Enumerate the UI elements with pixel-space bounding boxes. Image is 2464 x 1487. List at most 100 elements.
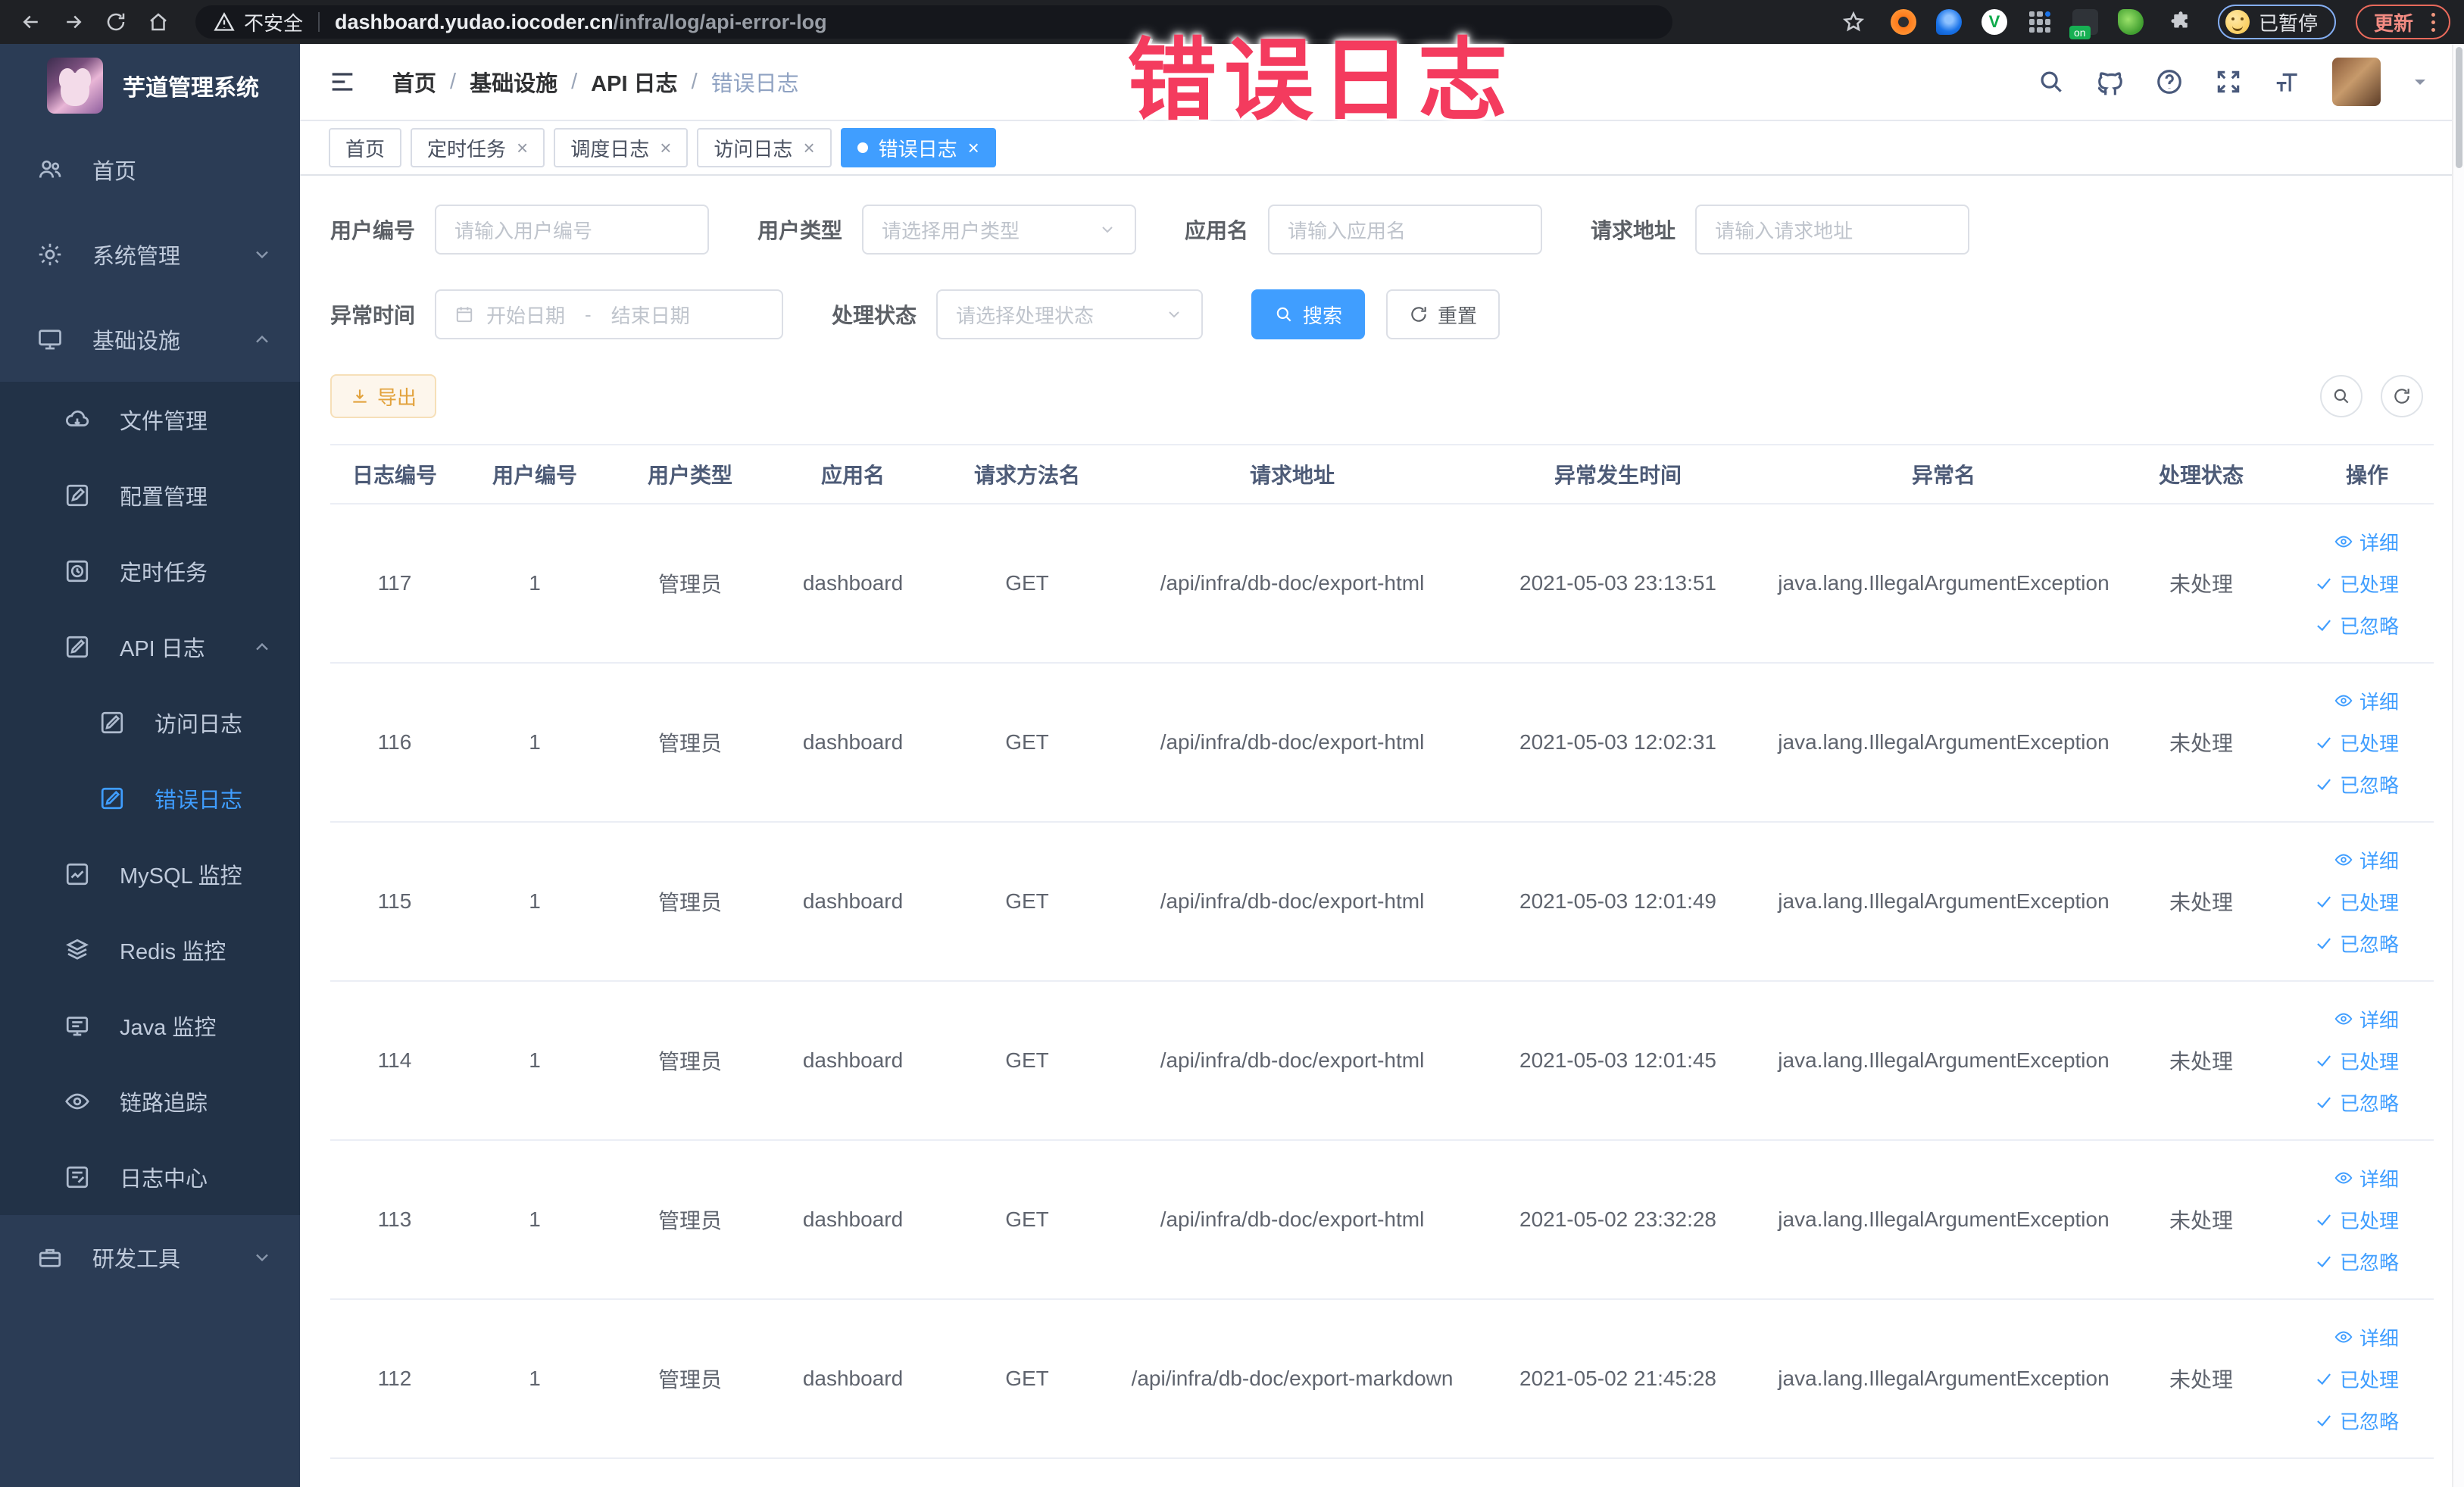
address-bar[interactable]: 不安全 dashboard.yudao.iocoder.cn/infra/log… [195,5,1672,39]
detail-link[interactable]: 详细 [2334,687,2399,715]
sidebar-item-config-manage[interactable]: 配置管理 [0,458,300,533]
browser-update-button[interactable]: 更新 [2355,5,2450,39]
reload-icon[interactable] [98,5,133,39]
sidebar-item-dev-tools[interactable]: 研发工具 [0,1215,300,1300]
sidebar-item-infra[interactable]: 基础设施 [0,297,300,382]
sidebar-item-scheduled-jobs[interactable]: 定时任务 [0,533,300,609]
mark-processed-link[interactable]: 已处理 [2314,1206,2399,1234]
detail-link-label: 详细 [2359,1326,2399,1350]
breadcrumb-item[interactable]: 基础设施 [470,66,557,98]
mark-ignored-link[interactable]: 已忽略 [2314,1089,2399,1117]
user-type-select[interactable]: 请选择用户类型 [862,205,1137,255]
sidebar-item-log-center[interactable]: 日志中心 [0,1139,300,1215]
tab-scheduled-jobs[interactable]: 定时任务 × [411,128,545,167]
detail-link[interactable]: 详细 [2334,846,2399,874]
detail-link[interactable]: 详细 [2334,1005,2399,1033]
sidebar-item-access-log[interactable]: 访问日志 [0,685,300,761]
sidebar-item-file-manage[interactable]: 文件管理 [0,382,300,458]
bookmark-star-icon[interactable] [1836,5,1871,39]
extensions-puzzle-icon[interactable] [2163,5,2198,39]
tab-access-log[interactable]: 访问日志 × [697,128,832,167]
forward-icon[interactable] [56,5,91,39]
help-icon[interactable] [2155,67,2184,96]
request-url-input[interactable]: 请输入请求地址 [1695,205,1970,255]
calendar-icon [454,305,474,324]
cell-log-id: 115 [377,889,412,913]
sidebar-item-home[interactable]: 首页 [0,127,300,212]
tab-home[interactable]: 首页 [329,128,402,167]
font-size-icon[interactable] [2273,67,2302,96]
sidebar-item-mysql-monitor[interactable]: MySQL 监控 [0,836,300,912]
app-name-input[interactable]: 请输入应用名 [1268,205,1543,255]
detail-link[interactable]: 详细 [2334,1323,2399,1351]
user-avatar[interactable] [2332,58,2381,106]
extension-icon-grid[interactable] [2027,9,2053,35]
scrollbar-thumb[interactable] [2456,47,2462,168]
tab-error-log[interactable]: 错误日志 × [840,128,996,167]
sidebar-item-system[interactable]: 系统管理 [0,212,300,297]
extension-icon-blue-drop[interactable] [1935,9,1962,35]
mark-processed-link[interactable]: 已处理 [2314,570,2399,598]
process-status-select[interactable]: 请选择处理状态 [936,289,1204,339]
extension-icon-green-v[interactable]: V [1981,9,2007,35]
reset-button[interactable]: 重置 [1386,289,1501,339]
home-icon[interactable] [141,5,176,39]
sidebar-item-java-monitor[interactable]: Java 监控 [0,988,300,1064]
page-scrollbar[interactable] [2452,44,2464,1487]
detail-link[interactable]: 详细 [2334,528,2399,556]
tab-close-icon[interactable]: × [660,138,671,158]
sidebar-logo[interactable]: 芋道管理系统 [0,44,300,127]
browser-menu-icon[interactable] [2425,12,2441,32]
sidebar-item-api-log[interactable]: API 日志 [0,609,300,685]
detail-link[interactable]: 详细 [2334,1164,2399,1192]
extension-icon-orange[interactable] [1890,9,1916,35]
mark-ignored-link[interactable]: 已忽略 [2314,611,2399,639]
cell-actions: 详细 已处理 已忽略 [2284,846,2434,957]
breadcrumb-item[interactable]: API 日志 [591,66,677,98]
omnibox-divider [318,12,320,32]
update-label: 更新 [2373,11,2413,35]
breadcrumb-separator: / [571,69,578,94]
cell-exception-time: 2021-05-03 23:13:51 [1519,571,1716,595]
mark-processed-link[interactable]: 已处理 [2314,888,2399,916]
extension-icon-on-badge[interactable] [2069,9,2098,39]
toggle-search-button[interactable] [2320,375,2363,417]
table-row: 115 1 管理员 dashboard GET /api/infra/db-do… [330,823,2434,982]
avatar-caret-icon[interactable] [2411,73,2429,91]
mark-processed-link[interactable]: 已处理 [2314,1365,2399,1393]
profile-paused-pill[interactable]: 已暂停 [2217,5,2336,39]
tab-label: 调度日志 [570,137,650,161]
search-button[interactable]: 搜索 [1251,289,1366,339]
tab-close-icon[interactable]: × [517,138,528,158]
cell-exception-name: java.lang.IllegalArgumentException [1778,889,2110,913]
screen: 不安全 dashboard.yudao.iocoder.cn/infra/log… [0,0,2464,1487]
fullscreen-icon[interactable] [2214,67,2243,96]
export-button[interactable]: 导出 [330,374,437,418]
breadcrumb-item[interactable]: 首页 [392,66,436,98]
search-icon[interactable] [2037,67,2066,96]
tab-close-icon[interactable]: × [968,138,979,158]
mark-ignored-link[interactable]: 已忽略 [2314,770,2399,798]
mark-processed-link[interactable]: 已处理 [2314,729,2399,757]
detail-link-label: 详细 [2359,690,2399,714]
hamburger-icon[interactable] [327,67,358,97]
mark-ignored-link[interactable]: 已忽略 [2314,1248,2399,1276]
github-icon[interactable] [2096,67,2125,96]
tab-schedule-log[interactable]: 调度日志 × [554,128,689,167]
sidebar-item-error-log[interactable]: 错误日志 [0,761,300,836]
user-id-input[interactable]: 请输入用户编号 [435,205,710,255]
cell-exception-name: java.lang.IllegalArgumentException [1778,1207,2110,1231]
back-icon[interactable] [14,5,48,39]
tab-close-icon[interactable]: × [803,138,814,158]
mark-ignored-link[interactable]: 已忽略 [2314,1407,2399,1435]
cell-request-url: /api/infra/db-doc/export-html [1160,889,1425,913]
date-range-picker[interactable]: 开始日期 - 结束日期 [435,289,784,339]
extension-icon-leaf[interactable] [2117,9,2144,35]
select-placeholder: 请选择用户类型 [882,219,1020,242]
sidebar-item-trace[interactable]: 链路追踪 [0,1064,300,1139]
sidebar-item-redis-monitor[interactable]: Redis 监控 [0,912,300,988]
mark-ignored-link[interactable]: 已忽略 [2314,929,2399,957]
refresh-button[interactable] [2381,375,2423,417]
mark-processed-link[interactable]: 已处理 [2314,1047,2399,1075]
cell-method: GET [1005,889,1049,913]
